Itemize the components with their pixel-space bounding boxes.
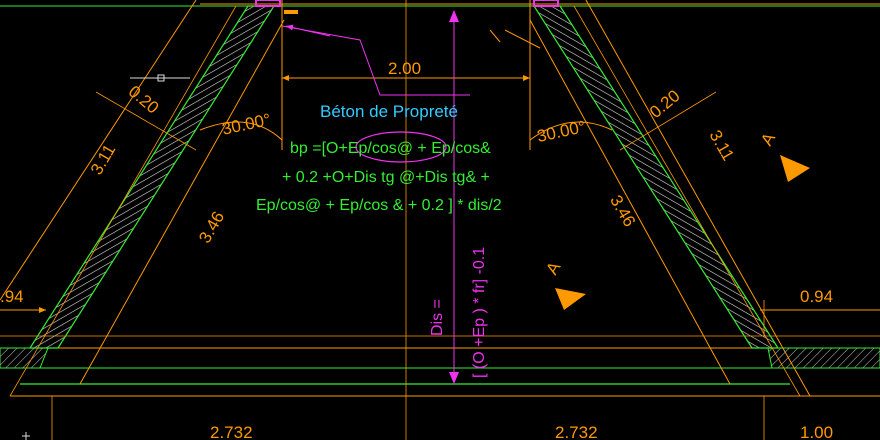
formula-line1: bp =[O+Ep/cos@ + Ep/cos& — [290, 140, 491, 157]
dim-right-outer: 3.11 — [706, 127, 738, 164]
left-wall-hatch — [28, 5, 276, 349]
angle-right-label: 30.00° — [535, 117, 587, 146]
dim-width-label: 2.00 — [388, 59, 421, 78]
cad-drawing: 2.00 0.20 0.20 3.11 3.11 3.46 3.46 30.00… — [0, 0, 880, 440]
section-triangle-mid — [555, 288, 586, 310]
dim-left-outer: 3.11 — [87, 141, 119, 178]
formula-line3: Ep/cos@ + Ep/cos & + 0.2 ] * dis/2 — [256, 197, 502, 214]
beton-label: Béton de Propreté — [320, 102, 458, 121]
right-top-marker — [533, 0, 559, 7]
dim-right-inner: 3.46 — [606, 192, 639, 230]
dim-side-right: 0.94 — [800, 287, 833, 306]
dis-label: Dis = — [429, 299, 446, 336]
angle-left-label: 30.00° — [220, 110, 272, 139]
left-inner-slope — [79, 19, 285, 385]
beton-leader — [281, 25, 470, 96]
left-outer-slope2 — [9, 5, 237, 397]
dim-bottom-mid: 2.732 — [555, 423, 598, 440]
left-top-marker — [255, 0, 281, 7]
section-triangle-top — [780, 155, 810, 182]
crosshair-icon — [22, 432, 30, 440]
left-slab-hatch — [0, 347, 49, 369]
dim-side-left: .94 — [0, 287, 24, 306]
dim-bottom-right: 1.00 — [800, 423, 833, 440]
formula-line2: + 0.2 +O+Dis tg @+Dis tg& + — [282, 169, 490, 186]
dim-left-inner: 3.46 — [195, 208, 228, 246]
section-label-top: A — [757, 129, 779, 149]
dis-formula: [ (O +Ep ) * fr] -0.1 — [471, 247, 488, 378]
cad-canvas[interactable]: 2.00 0.20 0.20 3.11 3.11 3.46 3.46 30.00… — [0, 0, 880, 440]
dim-bottom-left: 2.732 — [210, 423, 253, 440]
small-block — [284, 10, 298, 14]
section-label-mid: A — [542, 258, 564, 278]
